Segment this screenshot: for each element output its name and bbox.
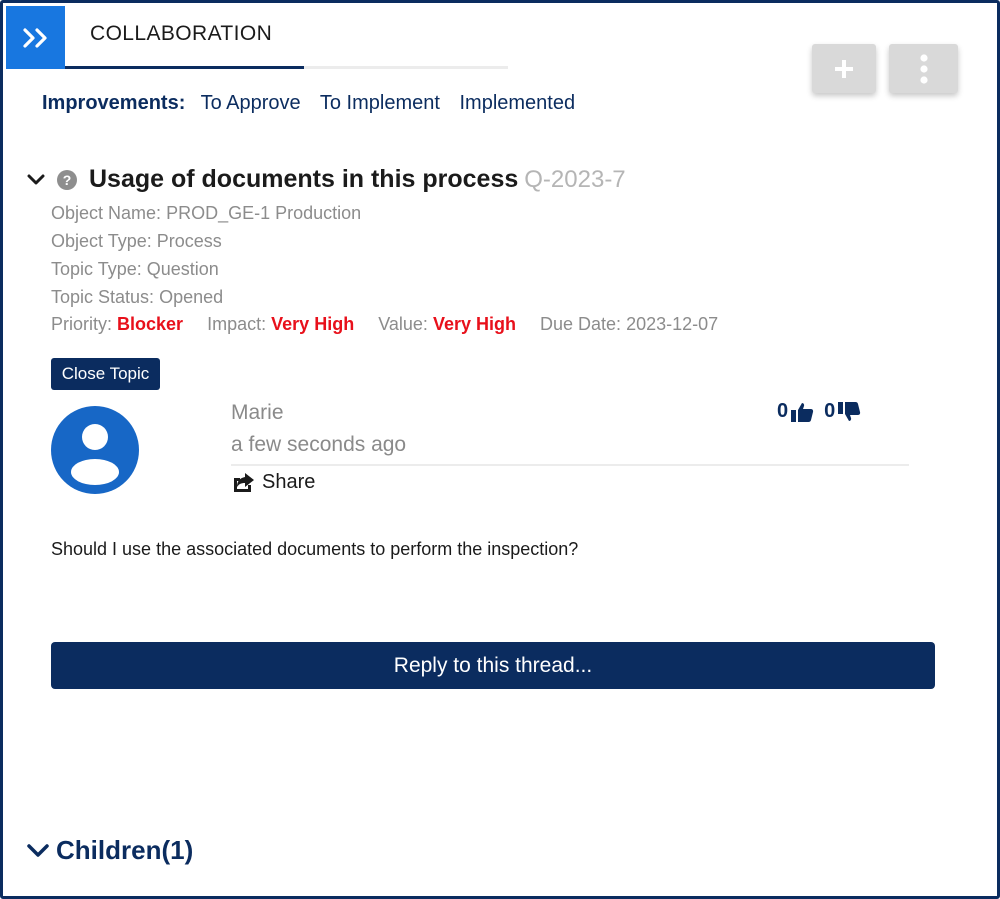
priority-row: Priority: Blocker Impact: Very High Valu… [51, 314, 718, 335]
object-name-row: Object Name: PROD_GE-1 Production [51, 203, 361, 224]
question-circle-icon: ? [57, 169, 77, 190]
object-name-value: PROD_GE-1 Production [166, 203, 362, 223]
topic-id: Q-2023-7 [524, 165, 626, 193]
dislike-button[interactable]: 0 [824, 400, 861, 423]
topic-title: Usage of documents in this process [89, 165, 519, 193]
vote-controls: 0 0 [777, 400, 861, 423]
share-icon [234, 473, 254, 492]
to-approve-link[interactable]: To Approve [201, 92, 301, 114]
improvements-label: Improvements: [42, 92, 186, 114]
object-name-label: Object Name: [51, 203, 162, 223]
chevron-down-icon[interactable] [27, 173, 45, 187]
children-toggle[interactable]: Children(1) [27, 835, 193, 866]
to-implement-link[interactable]: To Implement [320, 92, 440, 114]
object-type-value: Process [156, 231, 222, 251]
due-date-value: 2023-12-07 [626, 314, 719, 334]
share-button[interactable]: Share [231, 471, 315, 494]
active-tab-indicator [65, 66, 304, 69]
object-type-row: Object Type: Process [51, 231, 222, 252]
children-label: Children(1) [56, 835, 194, 865]
add-button[interactable] [812, 44, 876, 93]
object-type-label: Object Type: [51, 231, 152, 251]
close-topic-button[interactable]: Close Topic [51, 358, 160, 390]
impact-label: Impact: [207, 314, 267, 334]
avatar [51, 406, 139, 494]
post-timestamp: a few seconds ago [231, 433, 407, 456]
post-divider [231, 464, 909, 466]
thumbs-down-icon [838, 401, 861, 421]
panel-title-tab[interactable]: COLLABORATION [90, 22, 272, 46]
priority-value: Blocker [117, 314, 184, 334]
more-options-button[interactable] [889, 44, 958, 93]
dislike-count: 0 [824, 400, 836, 422]
like-button[interactable]: 0 [777, 400, 814, 423]
topic-type-row: Topic Type: Question [51, 259, 219, 280]
value-label: Value: [378, 314, 428, 334]
topic-header: ? Usage of documents in this process Q-2… [27, 165, 626, 194]
double-chevron-right-icon [22, 27, 47, 48]
reply-button[interactable]: Reply to this thread... [51, 642, 935, 689]
topic-status-label: Topic Status: [51, 287, 155, 307]
plus-icon [835, 59, 853, 78]
topic-status-row: Topic Status: Opened [51, 287, 223, 308]
due-date-label: Due Date: [540, 314, 622, 334]
topic-status-value: Opened [159, 287, 224, 307]
post-author: Marie [231, 401, 284, 424]
user-icon [71, 424, 119, 485]
collaboration-panel: COLLABORATION Improvements: To Approve T… [0, 0, 1000, 899]
priority-label: Priority: [51, 314, 113, 334]
topic-type-label: Topic Type: [51, 259, 142, 279]
like-count: 0 [777, 400, 789, 422]
svg-text:?: ? [63, 172, 72, 188]
improvements-nav: Improvements: To Approve To Implement Im… [42, 92, 589, 115]
value-value: Very High [432, 314, 516, 334]
thumbs-up-icon [791, 402, 814, 422]
expand-panel-button[interactable] [6, 6, 65, 69]
chevron-down-icon [27, 843, 49, 857]
post-message: Should I use the associated documents to… [51, 539, 579, 559]
topic-type-value: Question [146, 259, 219, 279]
implemented-link[interactable]: Implemented [459, 92, 575, 114]
share-label: Share [262, 471, 316, 493]
kebab-menu-icon [919, 53, 928, 84]
impact-value: Very High [271, 314, 355, 334]
